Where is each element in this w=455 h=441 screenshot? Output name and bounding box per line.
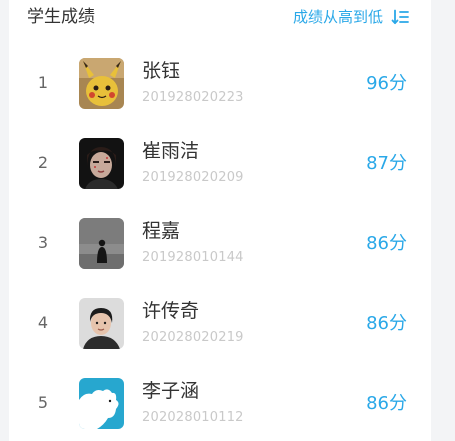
student-name: 张钰: [142, 60, 181, 82]
student-row[interactable]: 3 程嘉 201928010144 86分: [9, 202, 431, 282]
score: 86分: [366, 313, 407, 334]
rank-number: 1: [37, 72, 49, 92]
sort-toggle-button[interactable]: 成绩从高到低: [293, 6, 409, 28]
avatar: [79, 58, 124, 109]
student-id: 201928010144: [142, 250, 244, 265]
rank-number: 2: [37, 152, 49, 172]
header: 学生成绩 成绩从高到低: [9, 0, 431, 34]
student-name: 李子涵: [142, 380, 200, 402]
page-title: 学生成绩: [27, 7, 95, 27]
student-row[interactable]: 5 李子涵 202028010112 86分: [9, 362, 431, 441]
student-row[interactable]: 4 许传奇 202028020219 86分: [9, 282, 431, 362]
avatar: [79, 378, 124, 429]
score: 96分: [366, 73, 407, 94]
student-id: 202028020219: [142, 330, 244, 345]
rank-number: 4: [37, 312, 49, 332]
sort-descending-icon: [391, 9, 409, 25]
score: 87分: [366, 153, 407, 174]
rank-number: 3: [37, 232, 49, 252]
sort-label: 成绩从高到低: [292, 8, 383, 26]
score: 86分: [366, 233, 407, 254]
avatar: [79, 218, 124, 269]
student-name: 程嘉: [142, 220, 181, 242]
score: 86分: [366, 393, 407, 414]
student-id: 201928020209: [142, 170, 244, 185]
avatar: [79, 138, 124, 189]
avatar: [79, 298, 124, 349]
student-scores-card: 学生成绩 成绩从高到低 1 张钰 201928020223 96分 2 崔雨洁 …: [9, 0, 431, 441]
student-name: 崔雨洁: [142, 140, 200, 162]
student-name: 许传奇: [142, 300, 200, 322]
student-id: 202028010112: [142, 410, 244, 425]
student-row[interactable]: 1 张钰 201928020223 96分: [9, 42, 431, 122]
student-row[interactable]: 2 崔雨洁 201928020209 87分: [9, 122, 431, 202]
rank-number: 5: [37, 392, 49, 412]
student-id: 201928020223: [142, 90, 244, 105]
